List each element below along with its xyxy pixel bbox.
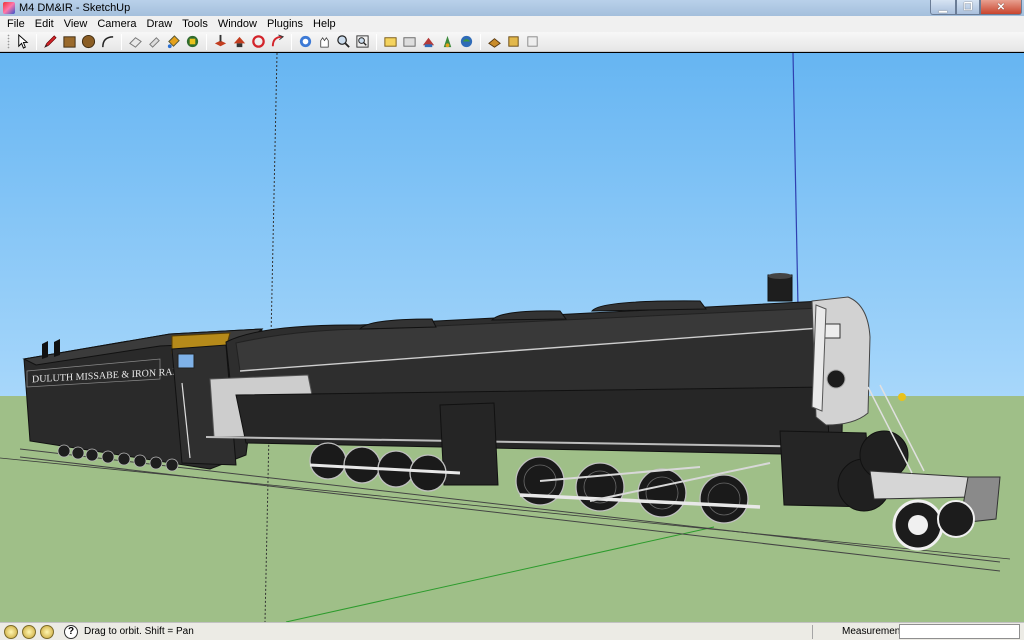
3d-warehouse-icon[interactable] [381, 33, 400, 51]
locomotive-scene: DULUTH MISSABE & IRON RANGE [0, 53, 1024, 622]
tape-measure-icon[interactable] [145, 33, 164, 51]
toolbar-separator [206, 33, 207, 50]
status-separator [812, 625, 813, 639]
arc-icon[interactable] [98, 33, 117, 51]
main-toolbar [0, 32, 1024, 52]
toolbar-separator [36, 33, 37, 50]
menu-window[interactable]: Window [213, 16, 262, 32]
menu-tools[interactable]: Tools [177, 16, 213, 32]
smokestack-top [768, 273, 792, 279]
zoom-extents-icon[interactable] [353, 33, 372, 51]
window-title: M4 DM&IR - SketchUp [19, 2, 131, 14]
menu-view[interactable]: View [59, 16, 93, 32]
pilot-wheel-rear [937, 500, 975, 538]
select-icon[interactable] [13, 33, 32, 51]
menu-draw[interactable]: Draw [141, 16, 177, 32]
toolbar-separator [480, 33, 481, 50]
toolbar-separator [291, 33, 292, 50]
pencil-icon[interactable] [41, 33, 60, 51]
credits-status-icon[interactable] [22, 624, 36, 639]
headlight [823, 323, 841, 339]
move-icon[interactable] [183, 33, 202, 51]
components-icon[interactable] [438, 33, 457, 51]
share-model-icon[interactable] [400, 33, 419, 51]
measurements-input[interactable] [899, 624, 1020, 639]
sandbox-icon[interactable] [485, 33, 504, 51]
cab-window [177, 353, 195, 369]
sand-dome-front [591, 300, 707, 312]
number-plate [826, 369, 846, 389]
help-icon[interactable]: ? [64, 624, 78, 639]
user-status-icon[interactable] [40, 624, 54, 639]
window-controls: ▁ ❐ ✕ [930, 0, 1022, 15]
blue-axis [792, 53, 799, 308]
menu-bar: File Edit View Camera Draw Tools Window … [0, 16, 1024, 32]
steam-dome [490, 310, 567, 321]
follow-me-icon[interactable] [249, 33, 268, 51]
styles-icon[interactable] [457, 33, 476, 51]
paint-bucket-icon[interactable] [164, 33, 183, 51]
zoom-icon[interactable] [334, 33, 353, 51]
pilot-wheel-hub [908, 515, 928, 535]
rectangle-icon[interactable] [60, 33, 79, 51]
toolbar-separator [376, 33, 377, 50]
menu-plugins[interactable]: Plugins [262, 16, 308, 32]
status-hint: Drag to orbit. Shift = Pan [84, 626, 194, 637]
menu-camera[interactable]: Camera [92, 16, 141, 32]
geo-location-icon[interactable] [523, 33, 542, 51]
minimize-button[interactable]: ▁ [930, 0, 956, 15]
sketchup-app-icon[interactable] [3, 2, 15, 14]
status-bar: ? Drag to orbit. Shift = Pan Measurement… [0, 622, 1024, 640]
menu-file[interactable]: File [2, 16, 30, 32]
rotate-icon[interactable] [230, 33, 249, 51]
close-button[interactable]: ✕ [980, 0, 1022, 15]
menu-help[interactable]: Help [308, 16, 341, 32]
push-pull-icon[interactable] [211, 33, 230, 51]
pan-icon[interactable] [315, 33, 334, 51]
eraser-icon[interactable] [126, 33, 145, 51]
offset-icon[interactable] [268, 33, 287, 51]
orbit-icon[interactable] [296, 33, 315, 51]
maximize-button[interactable]: ❐ [956, 0, 980, 15]
toolbar-grip[interactable] [7, 34, 10, 49]
geo-location-status-icon[interactable] [4, 624, 18, 639]
model-viewport[interactable]: DULUTH MISSABE & IRON RANGE [0, 53, 1024, 622]
sand-dome [358, 318, 437, 330]
photo-match-icon[interactable] [504, 33, 523, 51]
tender-vent [42, 341, 48, 359]
circle-icon[interactable] [79, 33, 98, 51]
get-models-icon[interactable] [419, 33, 438, 51]
marker-lamp [898, 393, 906, 401]
tender-vent [54, 339, 60, 357]
title-bar: M4 DM&IR - SketchUp ▁ ❐ ✕ [0, 0, 1024, 16]
toolbar-separator [121, 33, 122, 50]
menu-edit[interactable]: Edit [30, 16, 59, 32]
